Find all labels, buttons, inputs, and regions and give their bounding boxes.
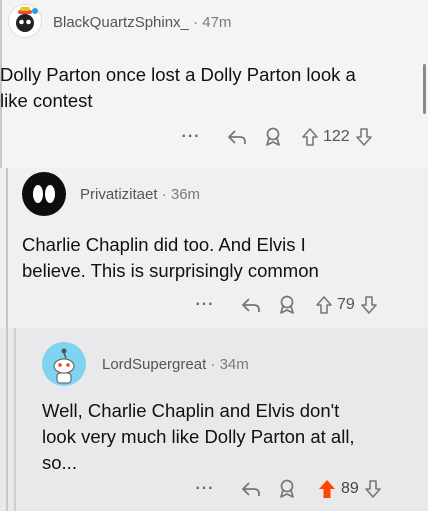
username[interactable]: Privatizitaet · 36m	[80, 186, 200, 203]
upvote-icon-active[interactable]	[316, 479, 338, 499]
timestamp: · 36m	[161, 186, 201, 203]
more-options-button[interactable]: ···	[194, 480, 216, 498]
reply-icon[interactable]	[240, 296, 262, 314]
vote-count: 122	[323, 128, 350, 145]
timestamp: · 34m	[210, 356, 249, 373]
username[interactable]: LordSupergreat · 34m	[102, 356, 249, 373]
award-icon[interactable]	[262, 127, 284, 147]
comment-3: LordSupergreat · 34m Well, Charlie Chapl…	[0, 328, 428, 511]
comment-2: Privatizitaet · 36m Charlie Chaplin did …	[0, 168, 428, 328]
vote-count: 79	[337, 296, 355, 313]
avatar-icon	[16, 7, 38, 32]
award-icon[interactable]	[276, 479, 298, 499]
upvote-icon[interactable]	[300, 128, 320, 146]
more-options-button[interactable]: ···	[194, 296, 216, 314]
comment-text: Charlie Chaplin did too. And Elvis I bel…	[22, 234, 319, 281]
scrollbar[interactable]	[423, 64, 426, 114]
award-icon[interactable]	[276, 295, 298, 315]
more-options-button[interactable]: ···	[180, 128, 202, 146]
avatar[interactable]	[22, 172, 66, 216]
reply-icon[interactable]	[240, 480, 262, 498]
comment-text: Dolly Parton once lost a Dolly Parton lo…	[0, 64, 356, 111]
downvote-icon[interactable]	[359, 296, 379, 314]
comment-1: BlackQuartzSphinx_ · 47m Dolly Parton on…	[0, 0, 428, 168]
timestamp: · 47m	[193, 14, 232, 31]
reply-icon[interactable]	[226, 128, 248, 146]
avatar[interactable]	[8, 4, 42, 38]
downvote-icon[interactable]	[354, 128, 374, 146]
thread-line[interactable]	[6, 168, 8, 328]
thread-line[interactable]	[6, 328, 8, 511]
vote-count: 89	[341, 480, 359, 497]
avatar[interactable]	[42, 342, 86, 386]
username[interactable]: BlackQuartzSphinx_ · 47m	[53, 14, 231, 31]
comment-text: Well, Charlie Chaplin and Elvis don't lo…	[42, 400, 355, 473]
thread-line[interactable]	[14, 328, 16, 511]
upvote-icon[interactable]	[314, 296, 334, 314]
avatar-icon	[53, 348, 75, 384]
downvote-icon[interactable]	[363, 480, 383, 498]
avatar-icon	[33, 185, 55, 203]
